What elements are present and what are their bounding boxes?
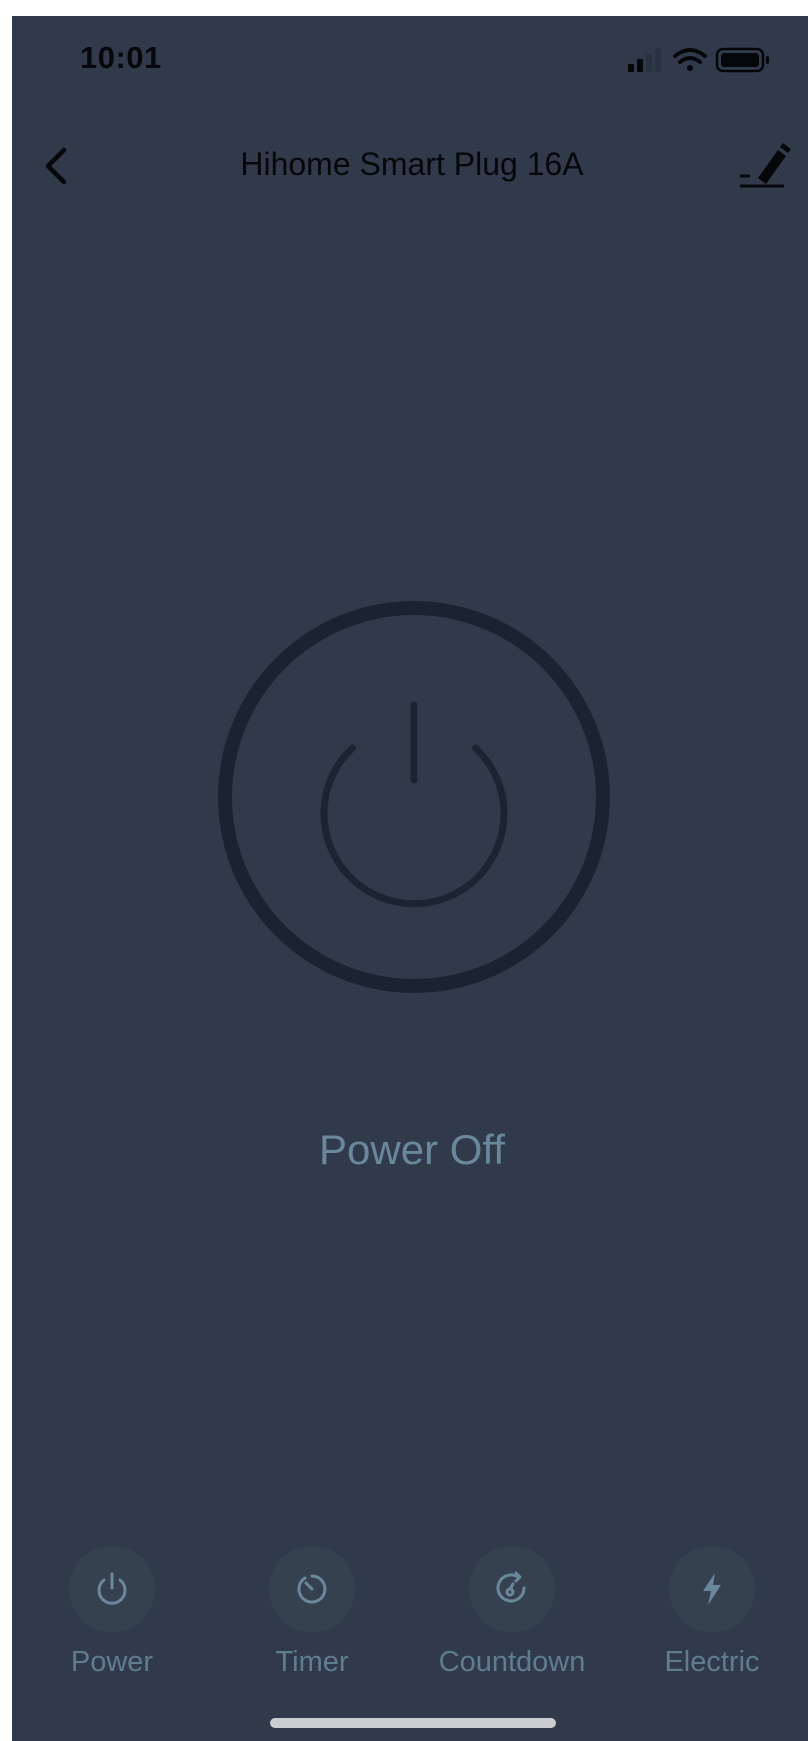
lightning-icon (703, 1573, 721, 1605)
tab-power[interactable]: Power (12, 1546, 212, 1696)
page-title: Hihome Smart Plug 16A (240, 146, 584, 182)
tab-timer-label: Timer (275, 1646, 349, 1678)
power-tab-icon-circle (69, 1546, 155, 1632)
edit-button[interactable] (736, 134, 792, 194)
tab-electric-label: Electric (664, 1646, 760, 1678)
chevron-left-icon (45, 147, 67, 185)
battery-icon (715, 47, 769, 73)
wifi-icon (673, 48, 707, 71)
status-time: 10:01 (80, 40, 162, 75)
timer-icon (297, 1574, 327, 1604)
tab-countdown-label: Countdown (438, 1646, 586, 1678)
bottom-tab-bar: Power Timer Countdown Electric (12, 1546, 808, 1706)
power-state-label: Power Off (319, 1126, 505, 1173)
tab-timer[interactable]: Timer (212, 1546, 412, 1696)
tab-countdown[interactable]: Countdown (412, 1546, 612, 1696)
status-icons (627, 46, 777, 74)
edit-pencil-icon (740, 143, 791, 188)
signal-icon (628, 48, 661, 72)
countdown-icon (496, 1571, 526, 1603)
power-icon (97, 1572, 127, 1605)
device-screen: 10:01 Hihome Smart Plug 16A Power Off Po… (12, 16, 808, 1741)
power-toggle-button[interactable] (209, 592, 619, 1002)
electric-tab-icon-circle (669, 1546, 755, 1632)
timer-tab-icon-circle (269, 1546, 355, 1632)
tab-electric[interactable]: Electric (612, 1546, 808, 1696)
back-button[interactable] (32, 138, 80, 194)
tab-power-label: Power (70, 1646, 154, 1678)
home-indicator[interactable] (270, 1718, 556, 1728)
countdown-tab-icon-circle (469, 1546, 555, 1632)
